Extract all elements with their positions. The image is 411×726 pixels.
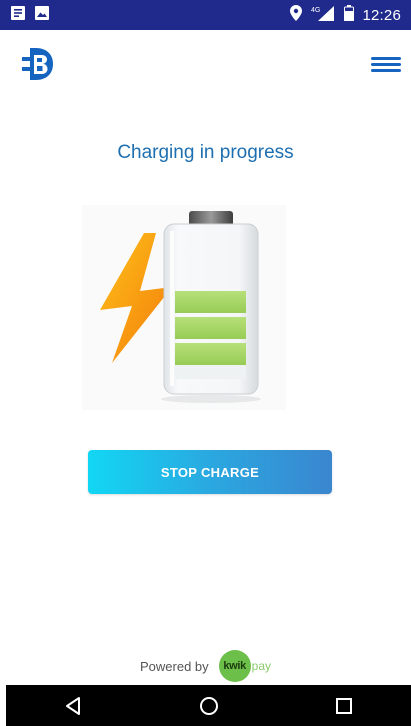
battery-cell (175, 317, 246, 339)
recents-icon[interactable] (324, 686, 364, 726)
back-icon[interactable] (54, 686, 94, 726)
powered-by-label: Powered by (139, 658, 209, 674)
status-bar: 4G 12:26 (0, 0, 411, 30)
status-bar-right: 4G 12:26 (290, 4, 401, 26)
notification-icon (10, 5, 26, 26)
stop-charge-button[interactable]: STOP CHARGE (88, 450, 332, 494)
hamburger-menu-icon[interactable] (371, 54, 401, 76)
kwikpay-logo: kwik pay (218, 650, 271, 682)
network-type-label: 4G (311, 7, 320, 14)
app-bar (0, 44, 411, 92)
home-icon[interactable] (189, 686, 229, 726)
image-icon (34, 5, 50, 26)
location-icon (290, 4, 303, 26)
system-nav-bar (6, 685, 411, 726)
charging-battery-illustration (82, 205, 286, 410)
clock: 12:26 (362, 6, 401, 24)
status-bar-left (10, 5, 50, 26)
kwik-brand-text: kwik (218, 650, 251, 682)
menu-line (371, 69, 401, 72)
plug-logo-icon[interactable] (22, 46, 54, 82)
menu-line (371, 57, 401, 60)
menu-line (371, 63, 401, 66)
charging-status-title: Charging in progress (117, 142, 294, 163)
signal-icon: 4G (310, 5, 336, 26)
battery-icon (344, 4, 355, 26)
powered-by-footer: Powered by kwik pay (0, 650, 411, 682)
battery-cell (175, 343, 246, 365)
pay-brand-text: pay (251, 659, 271, 673)
battery-cell (175, 291, 246, 313)
